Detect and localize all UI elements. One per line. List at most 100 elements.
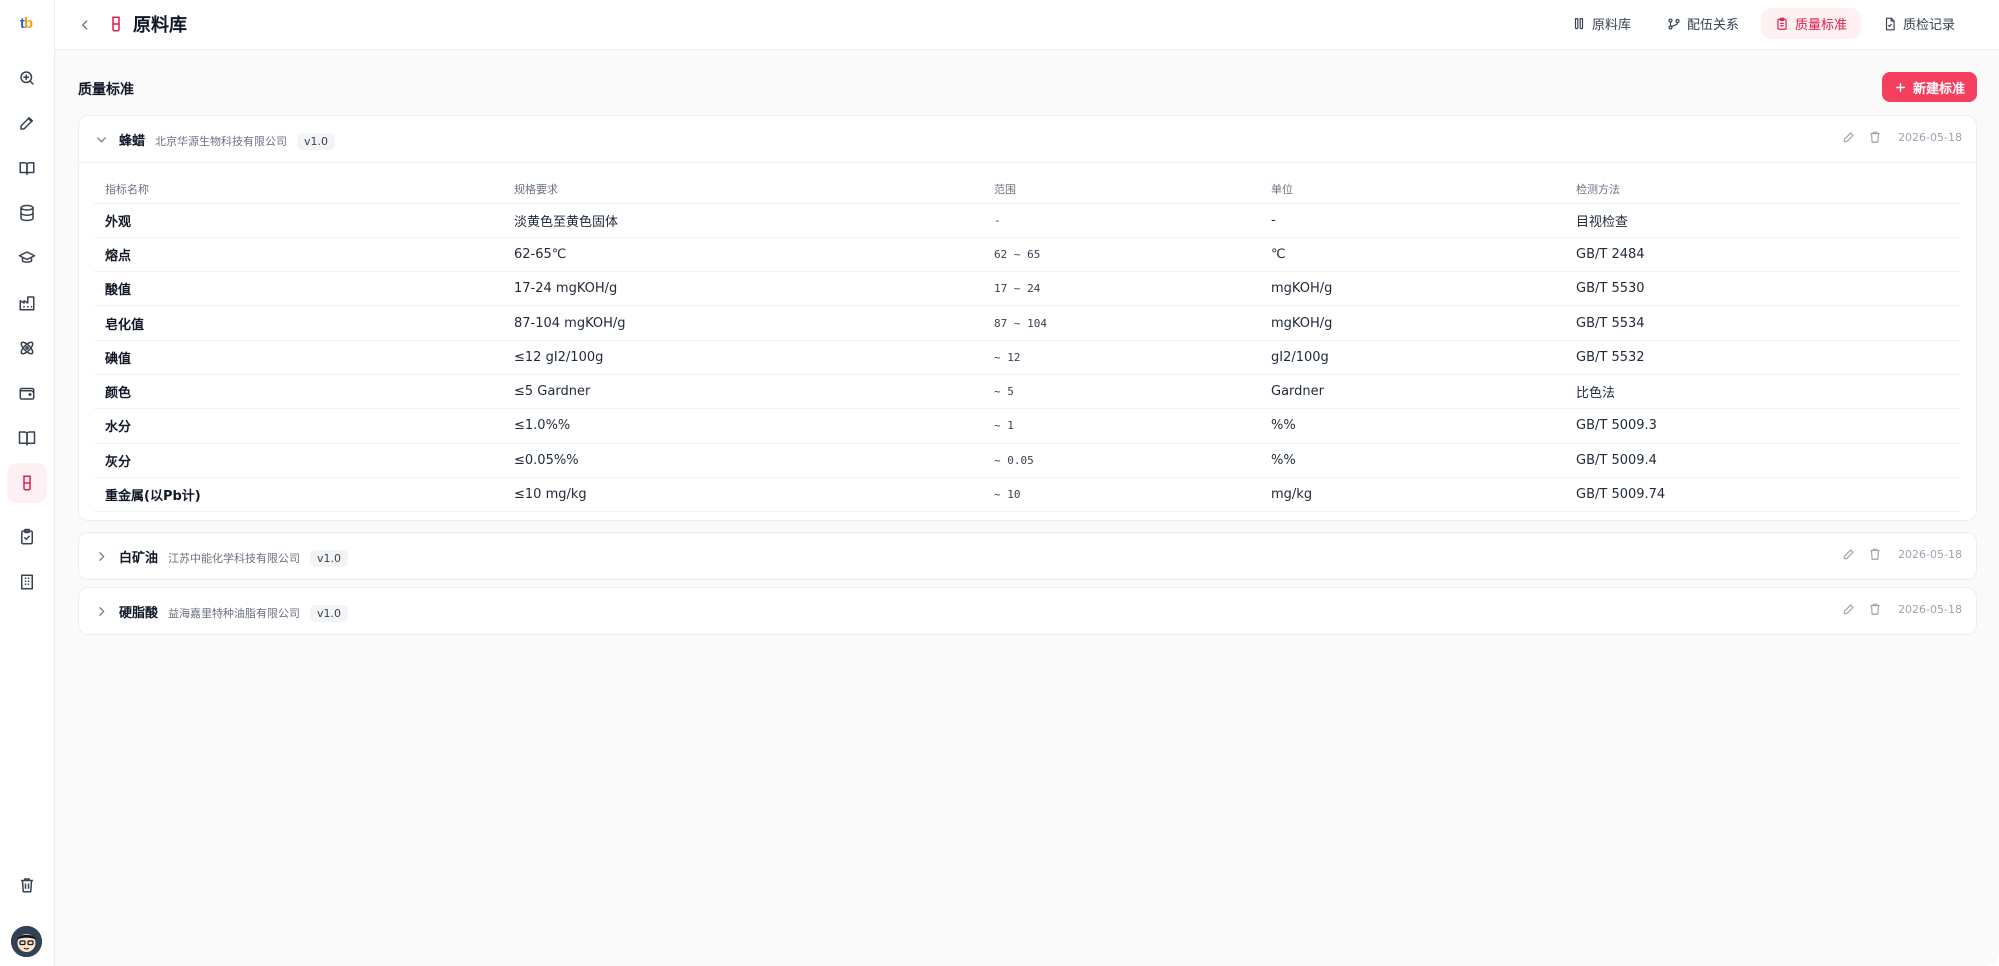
sidebar-clipboard-check-icon[interactable] xyxy=(7,517,47,557)
standard-card-header[interactable]: 硬脂酸 益海嘉里特种油脂有限公司 v1.0 2026-05-18 xyxy=(79,588,1976,634)
tab-compatibility[interactable]: 配伍关系 xyxy=(1653,8,1753,39)
standard-card-header[interactable]: 蜂蜡 北京华源生物科技有限公司 v1.0 2026-05-18 xyxy=(79,116,1976,162)
sidebar-test-tube-icon[interactable] xyxy=(7,463,47,503)
range: ~ 12 xyxy=(983,340,1260,375)
app-logo[interactable]: tb xyxy=(12,12,40,34)
git-branch-icon xyxy=(1668,17,1680,30)
version-badge: v1.0 xyxy=(297,133,336,150)
table-header-row: 指标名称 规格要求 范围 单位 检测方法 xyxy=(94,175,1961,204)
table-row: 酸值 17-24 mgKOH/g 17 ~ 24 mgKOH/g GB/T 55… xyxy=(94,271,1961,307)
sidebar-graduation-cap-icon[interactable] xyxy=(7,238,47,278)
unit: - xyxy=(1260,203,1565,238)
range: ~ 5 xyxy=(983,374,1260,410)
atom-icon xyxy=(20,341,34,355)
sidebar-trash-icon[interactable] xyxy=(7,865,47,905)
standard-card: 蜂蜡 北京华源生物科技有限公司 v1.0 2026-05-18 指标名称 规格要… xyxy=(78,115,1977,522)
tab-materials[interactable]: 原料库 xyxy=(1558,8,1645,39)
standard-card: 白矿油 江苏中能化学科技有限公司 v1.0 2026-05-18 xyxy=(78,532,1977,580)
unit: Gardner xyxy=(1260,374,1565,410)
sidebar-database-icon[interactable] xyxy=(7,193,47,233)
building-icon xyxy=(21,574,33,590)
column-header: 范围 xyxy=(983,175,1260,204)
standard-name: 硬脂酸 xyxy=(119,606,159,621)
indicator-name: 重金属(以Pb计) xyxy=(94,477,503,513)
standard-date: 2026-05-18 xyxy=(1898,130,1962,144)
sidebar-book-icon[interactable] xyxy=(7,148,47,188)
tab-label: 质检记录 xyxy=(1902,18,1955,33)
range: ~ 0.05 xyxy=(983,443,1260,478)
avatar[interactable] xyxy=(11,926,42,957)
chevron-right-icon xyxy=(98,606,105,616)
expand-toggle[interactable] xyxy=(93,603,109,619)
file-check-icon xyxy=(1885,17,1895,30)
unit: %% xyxy=(1260,408,1565,444)
section-title: 质量标准 xyxy=(78,82,134,98)
standard-supplier: 益海嘉里特种油脂有限公司 xyxy=(168,607,301,620)
factory-icon xyxy=(19,296,35,311)
standard-card: 硬脂酸 益海嘉里特种油脂有限公司 v1.0 2026-05-18 xyxy=(78,587,1977,635)
sidebar-building-icon[interactable] xyxy=(7,562,47,602)
tab-inspection-records[interactable]: 质检记录 xyxy=(1869,8,1969,39)
sidebar-atom-icon[interactable] xyxy=(7,328,47,368)
test-method: GB/T 5009.3 xyxy=(1565,408,1961,444)
new-standard-button[interactable]: 新建标准 xyxy=(1881,72,1977,102)
test-method: 比色法 xyxy=(1565,374,1961,410)
spec-requirement: ≤0.05%% xyxy=(503,443,983,478)
test-method: GB/T 5530 xyxy=(1565,271,1961,307)
main-content: 质量标准 新建标准 蜂蜡 北京华源生物科技有限公司 v1.0 2026-05-18 xyxy=(55,50,1999,966)
standard-card-header[interactable]: 白矿油 江苏中能化学科技有限公司 v1.0 2026-05-18 xyxy=(79,533,1976,579)
indicator-name: 外观 xyxy=(94,203,503,238)
standard-name-line: 白矿油 江苏中能化学科技有限公司 v1.0 xyxy=(119,547,349,567)
range: ~ 10 xyxy=(983,477,1260,513)
card-actions: 2026-05-18 xyxy=(1842,602,1962,616)
plus-icon xyxy=(1895,82,1905,92)
new-standard-label: 新建标准 xyxy=(1912,80,1965,96)
standard-supplier: 江苏中能化学科技有限公司 xyxy=(168,552,301,565)
standard-name: 蜂蜡 xyxy=(119,134,146,149)
pencil-icon[interactable] xyxy=(1842,547,1856,561)
wallet-icon xyxy=(19,387,35,400)
table-row: 熔点 62-65℃ 62 ~ 65 ℃ GB/T 2484 xyxy=(94,237,1961,273)
test-tubes-icon xyxy=(1574,17,1584,29)
column-header: 单位 xyxy=(1260,175,1565,204)
spec-requirement: ≤10 mg/kg xyxy=(503,477,983,513)
sidebar-edit-icon[interactable] xyxy=(7,103,47,143)
tab-quality-standards[interactable]: 质量标准 xyxy=(1760,8,1861,39)
unit: gI2/100g xyxy=(1260,340,1565,375)
trash-icon[interactable] xyxy=(1868,547,1882,561)
sidebar-wallet-icon[interactable] xyxy=(7,373,47,413)
column-header: 检测方法 xyxy=(1565,175,1961,204)
tab-label: 原料库 xyxy=(1591,18,1631,33)
sidebar-factory-icon[interactable] xyxy=(7,283,47,323)
indicator-name: 皂化值 xyxy=(94,305,503,341)
test-method: 目视检查 xyxy=(1565,203,1961,238)
standard-supplier: 北京华源生物科技有限公司 xyxy=(155,135,288,148)
trash-icon[interactable] xyxy=(1868,130,1882,144)
indicator-name: 灰分 xyxy=(94,443,503,478)
spec-requirement: 62-65℃ xyxy=(503,237,983,273)
clipboard-check-icon xyxy=(21,528,33,545)
collapse-toggle[interactable] xyxy=(93,131,109,147)
pencil-icon[interactable] xyxy=(1842,130,1856,144)
table-row: 颜色 ≤5 Gardner ~ 5 Gardner 比色法 xyxy=(94,374,1961,410)
indicator-name: 水分 xyxy=(94,408,503,444)
standard-name: 白矿油 xyxy=(119,551,159,566)
back-button[interactable] xyxy=(75,15,95,35)
test-method: GB/T 5009.4 xyxy=(1565,443,1961,478)
unit: ℃ xyxy=(1260,237,1565,273)
standard-name-line: 蜂蜡 北京华源生物科技有限公司 v1.0 xyxy=(119,130,336,150)
sidebar-search-icon[interactable] xyxy=(7,58,47,98)
indicator-name: 酸值 xyxy=(94,271,503,307)
card-actions: 2026-05-18 xyxy=(1842,547,1962,561)
trash-icon[interactable] xyxy=(1868,602,1882,616)
spec-requirement: ≤12 gI2/100g xyxy=(503,340,983,375)
spec-requirement: ≤1.0%% xyxy=(503,408,983,444)
database-icon xyxy=(20,204,34,222)
version-badge: v1.0 xyxy=(310,605,349,622)
chevron-down-icon xyxy=(96,136,106,143)
table-row: 皂化值 87-104 mgKOH/g 87 ~ 104 mgKOH/g GB/T… xyxy=(94,305,1961,341)
expand-toggle[interactable] xyxy=(93,548,109,564)
pencil-icon[interactable] xyxy=(1842,602,1856,616)
unit: mgKOH/g xyxy=(1260,305,1565,341)
sidebar-book-open-icon[interactable] xyxy=(7,418,47,458)
